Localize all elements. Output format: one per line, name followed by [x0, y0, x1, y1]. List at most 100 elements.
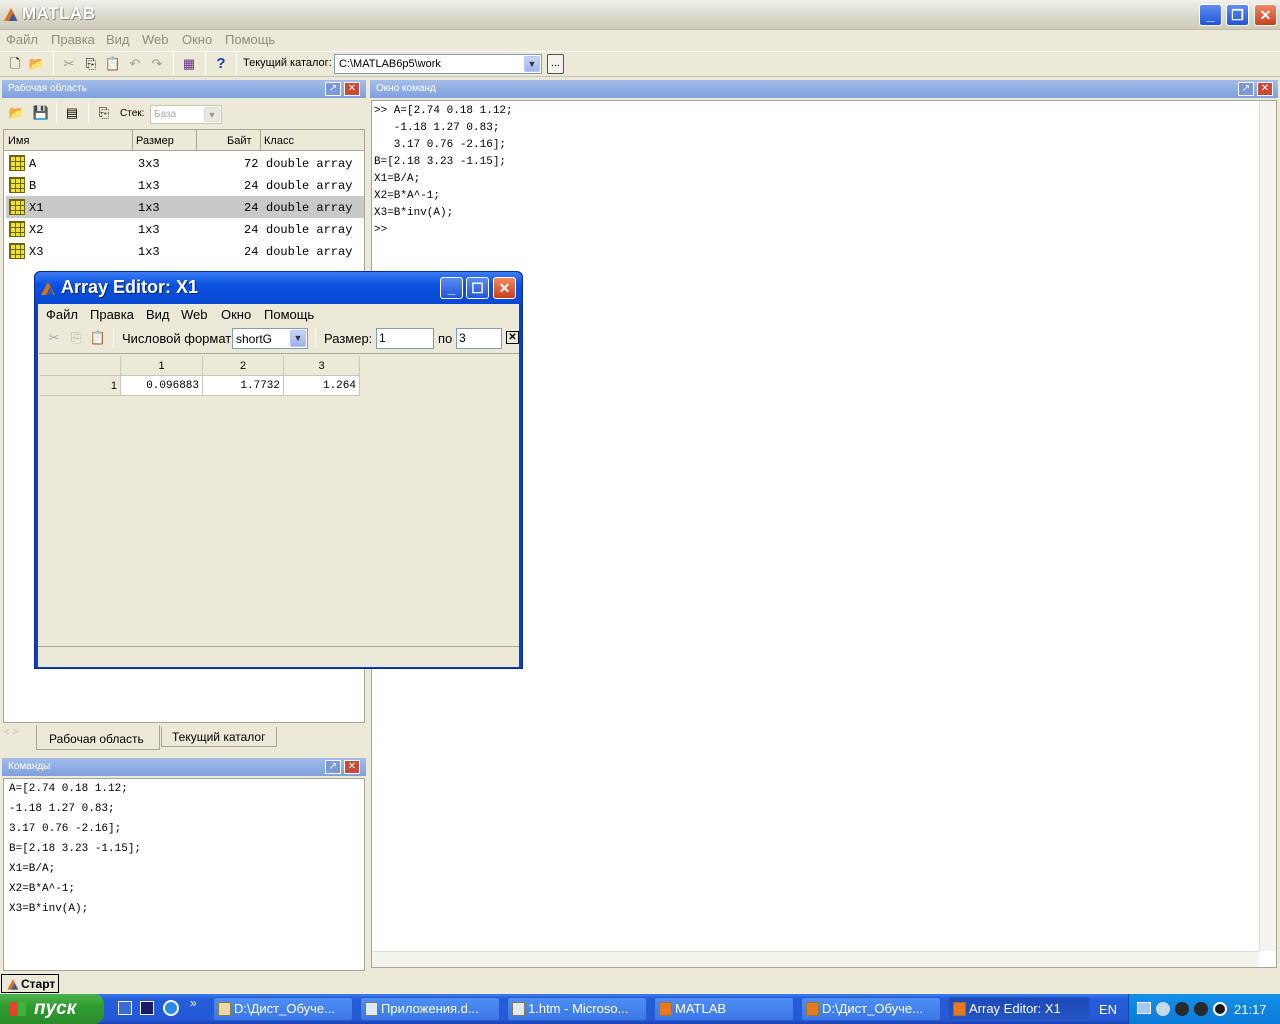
- tab-current-directory[interactable]: Текущий каталог: [161, 727, 277, 747]
- var-name: A: [29, 157, 37, 171]
- col-class[interactable]: Класс: [264, 135, 294, 147]
- array-cell[interactable]: 1.7732: [203, 376, 284, 396]
- history-item[interactable]: B=[2.18 3.23 -1.15];: [9, 843, 141, 855]
- volume-icon[interactable]: [1156, 1002, 1170, 1016]
- close-editor-icon[interactable]: ✕: [506, 331, 519, 344]
- history-item[interactable]: A=[2.74 0.18 1.12;: [9, 783, 128, 795]
- undock-icon[interactable]: ↗: [1238, 82, 1254, 96]
- quick-launch-icon[interactable]: [140, 1001, 154, 1015]
- menu-window[interactable]: Окно: [182, 32, 212, 47]
- history-item[interactable]: X3=B*inv(A);: [9, 903, 88, 915]
- task-word[interactable]: Приложения.d...: [360, 997, 500, 1021]
- save-icon[interactable]: 💾: [32, 104, 50, 122]
- row-header[interactable]: 1: [40, 376, 121, 396]
- column-header[interactable]: 3: [284, 356, 360, 376]
- table-row[interactable]: A 3x3 72 double array: [6, 152, 364, 174]
- open-folder-icon[interactable]: 📂: [8, 104, 26, 122]
- open-folder-icon[interactable]: 📂: [28, 55, 46, 73]
- vertical-scrollbar[interactable]: [1259, 101, 1276, 951]
- table-row[interactable]: B 1x3 24 double array: [6, 174, 364, 196]
- current-dir-select[interactable]: C:\MATLAB6p5\work ▼: [334, 54, 542, 74]
- task-array-editor[interactable]: Array Editor: X1: [948, 997, 1090, 1021]
- column-header[interactable]: 2: [203, 356, 284, 376]
- delete-variable-icon[interactable]: ⎘: [95, 104, 113, 122]
- task-explorer-1[interactable]: D:\Дист_Обуче...: [213, 997, 353, 1021]
- close-button[interactable]: ✕: [1254, 4, 1277, 26]
- column-header[interactable]: 1: [121, 356, 203, 376]
- paste-icon[interactable]: 📋: [104, 55, 122, 73]
- menu-edit[interactable]: Правка: [51, 32, 95, 47]
- undo-icon[interactable]: ↶: [126, 55, 144, 73]
- task-matlab[interactable]: MATLAB: [654, 997, 794, 1021]
- size-cols-input[interactable]: 3: [456, 328, 502, 349]
- table-row-selected[interactable]: X1 1x3 24 double array: [6, 196, 364, 218]
- simulink-icon[interactable]: ▦: [180, 55, 198, 73]
- table-row[interactable]: X2 1x3 24 double array: [6, 218, 364, 240]
- matlab-start-button[interactable]: Старт: [1, 974, 59, 993]
- redo-icon[interactable]: ↷: [148, 55, 166, 73]
- minimize-button[interactable]: _: [440, 277, 463, 299]
- tab-workspace[interactable]: Рабочая область: [36, 725, 160, 750]
- size-rows-input[interactable]: 1: [376, 328, 434, 349]
- tab-scroll-arrows[interactable]: < >: [4, 727, 34, 743]
- cut-icon[interactable]: ✂: [45, 329, 63, 347]
- close-icon[interactable]: ✕: [344, 760, 360, 774]
- restore-button[interactable]: ❐: [1226, 4, 1249, 26]
- import-data-icon[interactable]: ▤: [63, 104, 81, 122]
- history-item[interactable]: -1.18 1.27 0.83;: [9, 803, 115, 815]
- col-name[interactable]: Имя: [8, 135, 29, 147]
- undock-icon[interactable]: ↗: [325, 760, 341, 774]
- menu-edit[interactable]: Правка: [90, 307, 134, 322]
- show-desktop-icon[interactable]: [118, 1001, 132, 1015]
- maximize-button[interactable]: ☐: [466, 277, 489, 299]
- paste-icon[interactable]: 📋: [89, 329, 107, 347]
- history-item[interactable]: X1=B/A;: [9, 863, 55, 875]
- cut-icon[interactable]: ✂: [60, 55, 78, 73]
- current-dir-value: C:\MATLAB6p5\work: [339, 58, 441, 70]
- internet-explorer-icon[interactable]: [163, 1000, 179, 1016]
- col-bytes[interactable]: Байт: [227, 135, 252, 147]
- menu-web[interactable]: Web: [142, 32, 169, 47]
- network-icon[interactable]: [1137, 1002, 1151, 1014]
- menu-web[interactable]: Web: [181, 307, 208, 322]
- chevron-down-icon[interactable]: ▼: [524, 56, 540, 72]
- quick-launch-more-icon[interactable]: »: [190, 996, 197, 1010]
- help-icon[interactable]: ?: [212, 55, 230, 73]
- task-browser[interactable]: 1.htm - Microso...: [507, 997, 647, 1021]
- copy-icon[interactable]: ⎘: [82, 55, 100, 73]
- task-explorer-2[interactable]: D:\Дист_Обуче...: [801, 997, 941, 1021]
- menu-help[interactable]: Помощь: [225, 32, 275, 47]
- col-size[interactable]: Размер: [136, 135, 174, 147]
- menu-file[interactable]: Файл: [6, 32, 38, 47]
- tray-app-icon[interactable]: [1194, 1002, 1208, 1016]
- array-cell[interactable]: 1.264: [284, 376, 360, 396]
- format-select[interactable]: shortG ▼: [232, 328, 308, 349]
- menu-view[interactable]: Вид: [146, 307, 170, 322]
- command-prompt[interactable]: >>: [374, 224, 387, 236]
- copy-icon[interactable]: ⎘: [67, 329, 85, 347]
- tray-app-icon[interactable]: [1213, 1002, 1227, 1016]
- close-icon[interactable]: ✕: [1257, 82, 1273, 96]
- start-button[interactable]: пуск: [0, 994, 104, 1024]
- table-row[interactable]: X3 1x3 24 double array: [6, 240, 364, 262]
- undock-icon[interactable]: ↗: [325, 82, 341, 96]
- array-cell[interactable]: 0.096883: [121, 376, 203, 396]
- language-indicator[interactable]: EN: [1099, 1002, 1117, 1017]
- menu-help[interactable]: Помощь: [264, 307, 314, 322]
- close-icon[interactable]: ✕: [344, 82, 360, 96]
- browse-button[interactable]: ...: [547, 54, 564, 74]
- history-item[interactable]: X2=B*A^-1;: [9, 883, 75, 895]
- new-file-icon[interactable]: 🗋: [6, 55, 24, 73]
- clock[interactable]: 21:17: [1234, 1002, 1267, 1017]
- menu-file[interactable]: Файл: [46, 307, 78, 322]
- chevron-down-icon[interactable]: ▼: [290, 330, 306, 347]
- close-button[interactable]: ✕: [493, 277, 516, 299]
- antivirus-icon[interactable]: [1175, 1002, 1189, 1016]
- history-item[interactable]: 3.17 0.76 -2.16];: [9, 823, 121, 835]
- array-editor-title-bar[interactable]: Array Editor: X1 _ ☐ ✕: [35, 272, 522, 304]
- stack-select[interactable]: База ▼: [150, 105, 222, 124]
- menu-window[interactable]: Окно: [221, 307, 251, 322]
- horizontal-scrollbar[interactable]: [372, 951, 1259, 967]
- menu-view[interactable]: Вид: [106, 32, 130, 47]
- minimize-button[interactable]: _: [1199, 4, 1222, 26]
